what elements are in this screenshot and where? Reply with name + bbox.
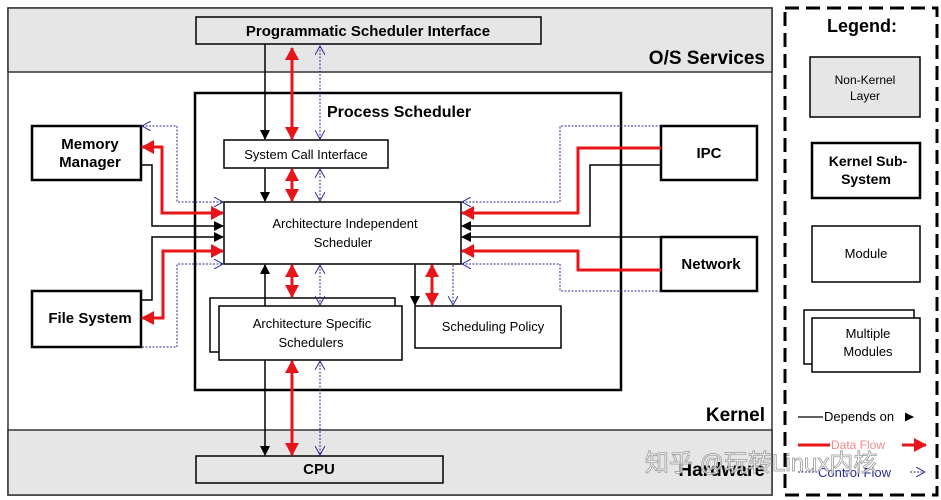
- kernel-label: Kernel: [706, 405, 765, 426]
- memory-manager-label-2: Manager: [59, 154, 121, 171]
- cpu-label: CPU: [303, 461, 335, 478]
- process-scheduler-label: Process Scheduler: [327, 104, 471, 121]
- legend-title: Legend:: [827, 16, 897, 36]
- scheduler-architecture-diagram: O/S Services Kernel Hardware Programmati…: [7, 6, 939, 497]
- watermark: 知乎 @玩转Linux内核: [645, 450, 877, 477]
- network-label: Network: [681, 256, 741, 273]
- legend-non-kernel-label-1: Non-Kernel: [835, 73, 896, 87]
- legend-multiple-label-1: Multiple: [846, 326, 891, 341]
- legend-non-kernel-label-2: Layer: [850, 89, 880, 103]
- arch-independent-scheduler-box: [223, 201, 462, 265]
- legend-kernel-sub-label-2: System: [841, 171, 891, 187]
- legend-depends-label: Depends on: [824, 409, 894, 424]
- arch-specific-schedulers-box: [218, 305, 403, 361]
- legend-multiple-label-2: Modules: [843, 344, 893, 359]
- arch-independent-label-2: Scheduler: [314, 235, 373, 250]
- scheduling-policy-label: Scheduling Policy: [442, 319, 545, 334]
- arch-specific-label-2: Schedulers: [278, 335, 344, 350]
- file-system-label: File System: [48, 310, 131, 327]
- arch-specific-label-1: Architecture Specific: [253, 316, 372, 331]
- legend-module-label: Module: [845, 246, 888, 261]
- memory-manager-box: [30, 124, 143, 182]
- programmatic-interface-label: Programmatic Scheduler Interface: [246, 23, 490, 40]
- ipc-label: IPC: [696, 145, 721, 162]
- os-services-label: O/S Services: [649, 48, 765, 69]
- legend-non-kernel-box: [809, 56, 921, 118]
- system-call-interface-label: System Call Interface: [244, 147, 368, 162]
- arch-independent-label-1: Architecture Independent: [272, 216, 418, 231]
- legend-kernel-sub-label-1: Kernel Sub-: [829, 153, 908, 169]
- memory-manager-label-1: Memory: [61, 136, 119, 153]
